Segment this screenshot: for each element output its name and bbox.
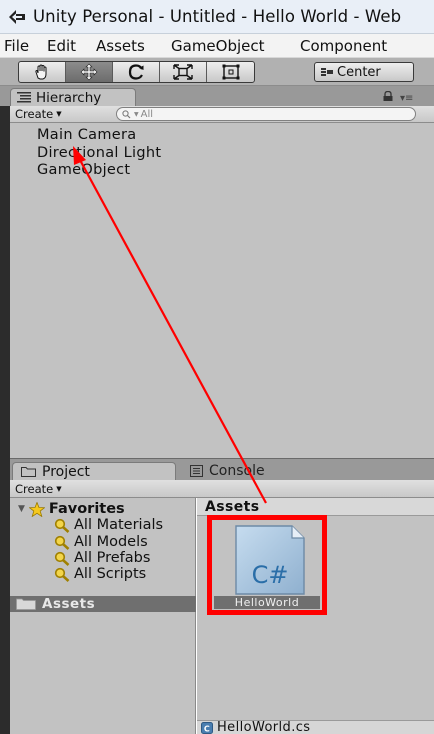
rotate-tool-button[interactable] [113,62,160,82]
status-file-name: HelloWorld.cs [217,720,311,734]
expand-triangle-icon: ▼ [18,504,25,514]
favorite-all-prefabs[interactable]: All Prefabs [54,550,150,566]
menu-edit[interactable]: Edit [47,37,76,55]
favorite-all-models[interactable]: All Models [54,534,148,550]
menu-component[interactable]: Component [300,37,387,55]
assets-folder-label: Assets [42,596,96,612]
hand-tool-button[interactable] [19,62,66,82]
title-bar: Unity Personal - Untitled - Hello World … [0,0,434,34]
window-title: Unity Personal - Untitled - Hello World … [33,7,402,26]
lock-icon[interactable] [382,91,394,101]
hierarchy-item-main-camera[interactable]: Main Camera [37,127,136,143]
csharp-file-icon: C [201,721,213,734]
rotate-icon [128,64,144,80]
hierarchy-search-input[interactable]: ▼ All [116,107,416,121]
star-icon [28,501,45,517]
pivot-center-toggle[interactable]: Center [314,62,414,82]
search-filter-icon [54,551,70,566]
panel-menu-icon[interactable]: ▾≡ [400,93,413,104]
hierarchy-search-placeholder: All [140,108,154,120]
tab-project-label: Project [42,463,90,480]
hand-icon [35,64,47,80]
rect-tool-button[interactable] [207,62,254,82]
hierarchy-create-label: Create [15,107,54,121]
scale-tool-button[interactable] [160,62,207,82]
favorite-label: All Models [74,534,148,550]
hierarchy-item-directional-light[interactable]: Directional Light [37,145,161,161]
search-filter-icon [54,518,70,533]
move-arrows-icon [80,63,98,81]
move-tool-button[interactable] [66,62,113,82]
chevron-down-icon: ▼ [56,110,62,118]
assets-breadcrumb: Assets [197,498,434,516]
menu-assets[interactable]: Assets [96,37,145,55]
favorite-label: All Materials [74,517,164,533]
svg-text:C: C [204,724,210,733]
unity-back-arrow-icon[interactable] [8,9,26,25]
rect-transform-icon [222,64,239,80]
annotation-highlight-box [207,515,327,615]
hierarchy-list-icon [17,92,31,103]
tab-hierarchy[interactable]: Hierarchy [10,88,136,106]
folder-icon [16,598,36,610]
left-window-edge [0,86,10,734]
tab-hierarchy-label: Hierarchy [36,89,102,106]
console-icon [190,465,203,477]
hierarchy-create-button[interactable]: Create ▼ [15,107,62,121]
menu-file[interactable]: File [4,37,29,55]
folder-icon [21,467,36,477]
tab-project[interactable]: Project [12,462,176,480]
project-create-label: Create [15,482,54,496]
search-icon [122,109,131,118]
pivot-icon [321,68,333,76]
search-filter-icon [54,567,70,582]
scale-icon [173,64,193,80]
chevron-down-icon: ▼ [134,110,139,118]
search-filter-icon [54,535,70,550]
menu-bar: File Edit Assets GameObject Component [0,34,434,58]
favorites-label: Favorites [48,501,125,517]
pivot-center-label: Center [337,64,381,80]
main-toolbar: Center [0,58,434,86]
favorite-label: All Prefabs [74,550,151,566]
project-status-bar: C HelloWorld.cs [197,720,434,734]
assets-folder-item[interactable]: Assets [10,596,196,612]
menu-gameobject[interactable]: GameObject [171,37,265,55]
transform-tools [18,61,255,83]
favorite-label: All Scripts [74,566,147,582]
favorite-all-materials[interactable]: All Materials [54,517,163,533]
hierarchy-item-gameobject[interactable]: GameObject [37,162,130,178]
favorites-row[interactable]: ▼ Favorites [18,501,125,517]
tab-console[interactable]: Console [190,463,265,479]
project-create-button[interactable]: Create ▼ [15,482,62,496]
favorite-all-scripts[interactable]: All Scripts [54,566,146,582]
chevron-down-icon: ▼ [56,485,62,493]
tab-console-label: Console [209,463,265,479]
project-toolbar: Create ▼ [10,480,434,498]
